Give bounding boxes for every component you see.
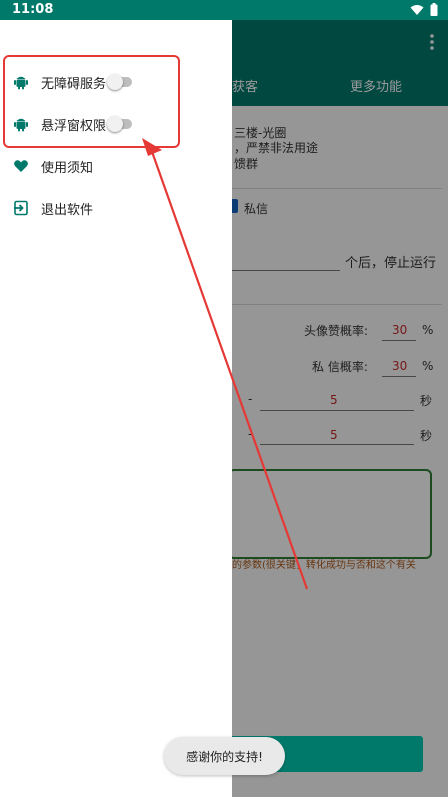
- toast-message: 感谢你的支持!: [164, 737, 285, 775]
- wifi-icon: [410, 4, 424, 15]
- exit-icon: [14, 200, 28, 216]
- drawer-item-label: 退出软件: [41, 203, 94, 218]
- drawer-item-exit-app[interactable]: 退出软件: [0, 188, 232, 228]
- drawer-scrim[interactable]: [232, 20, 448, 797]
- drawer-item-usage-notice[interactable]: 使用须知: [0, 146, 232, 186]
- status-time: 11:08: [12, 2, 54, 17]
- annotation-highlight-box: [3, 55, 180, 148]
- status-bar: 11:08: [0, 0, 448, 20]
- battery-icon: [430, 3, 438, 16]
- drawer-item-label: 使用须知: [41, 161, 94, 176]
- status-icons: [410, 3, 438, 16]
- heart-icon: [14, 160, 28, 172]
